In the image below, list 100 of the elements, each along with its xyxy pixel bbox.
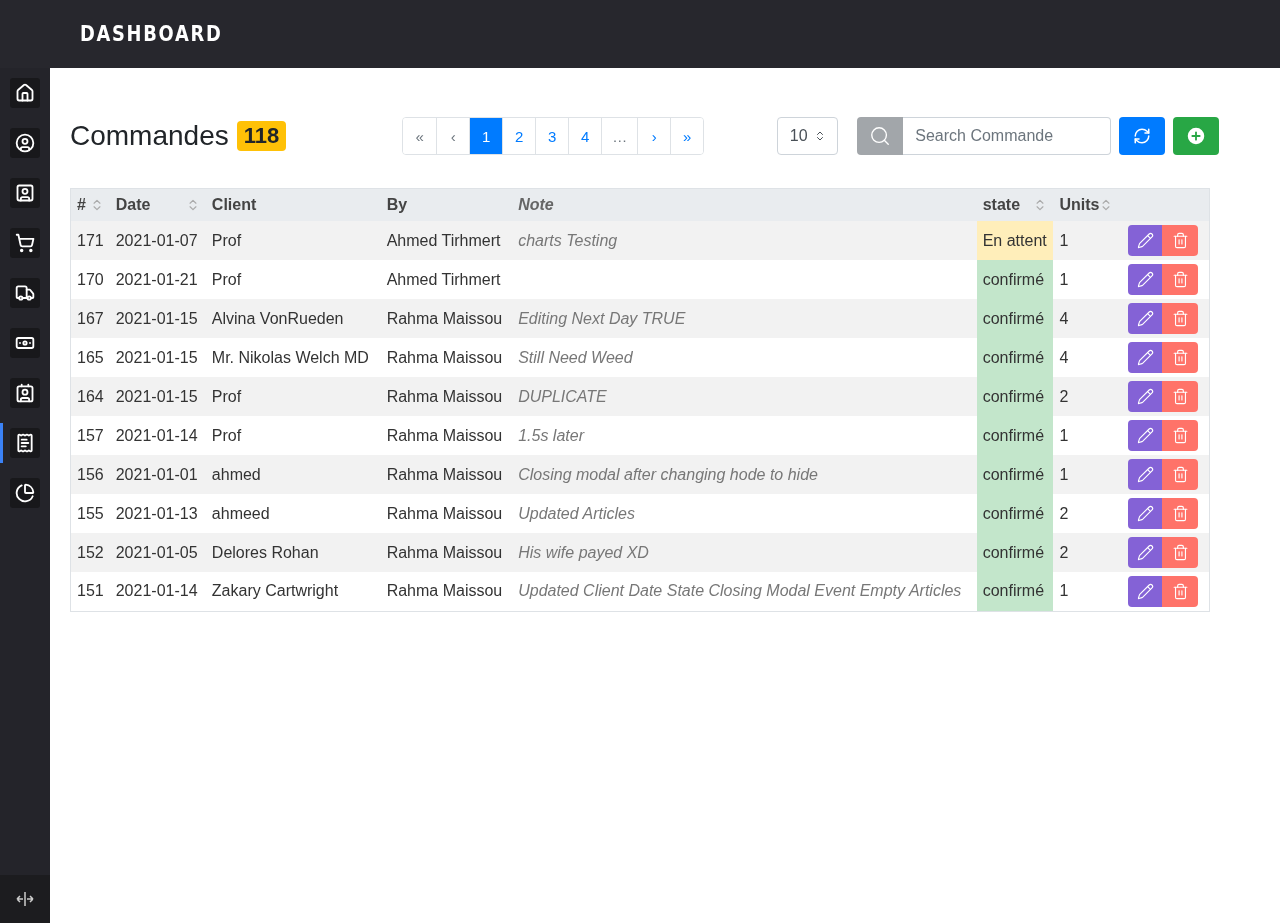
table-cell: 2021-01-01 — [115, 465, 198, 483]
table-cell: 4 — [1059, 348, 1069, 366]
column-label: state — [982, 196, 1021, 214]
trash-icon — [1171, 349, 1189, 366]
state-cell: confirmé — [976, 572, 1054, 611]
table-cell: 2021-01-14 — [115, 582, 198, 600]
delete-button[interactable] — [1162, 303, 1198, 334]
page-button[interactable]: » — [670, 118, 704, 154]
add-button[interactable] — [1173, 117, 1220, 155]
state-cell: confirmé — [976, 338, 1054, 377]
table-cell: Rahma Maissou — [386, 348, 503, 366]
pencil-icon — [1136, 232, 1154, 249]
home-icon — [15, 83, 35, 103]
table-cell: 4 — [1059, 309, 1069, 327]
column-header[interactable]: Date — [109, 188, 206, 221]
edit-button[interactable] — [1128, 225, 1162, 256]
table-cell: Updated Articles — [518, 504, 635, 522]
page-size-select[interactable]: 10 — [777, 117, 839, 155]
table-cell: 157 — [77, 426, 104, 444]
trash-icon — [1171, 310, 1189, 327]
contact-list-icon — [15, 383, 35, 403]
state-cell: confirmé — [976, 455, 1054, 494]
edit-button[interactable] — [1128, 303, 1162, 334]
delete-button[interactable] — [1162, 420, 1198, 451]
trash-icon — [1171, 271, 1189, 288]
table-cell: 2021-01-14 — [115, 426, 198, 444]
search-field[interactable]: Search Commande — [903, 117, 1112, 155]
delete-button[interactable] — [1162, 459, 1198, 490]
table-cell: 170 — [77, 270, 104, 288]
table-cell: Zakary Cartwright — [211, 582, 339, 600]
edit-button[interactable] — [1128, 575, 1162, 607]
column-label: Note — [518, 196, 554, 214]
table-cell: Mr. Nikolas Welch MD — [211, 348, 369, 366]
collapse-button[interactable] — [0, 875, 50, 923]
table-cell: Updated Client Date State Closing Modal Event Empty Articles — [518, 582, 962, 600]
edit-button[interactable] — [1128, 498, 1162, 529]
table-cell: Prof — [211, 270, 242, 288]
resize-icon — [16, 892, 34, 906]
column-label: # — [77, 196, 86, 214]
table-cell: charts Testing — [518, 231, 618, 249]
page-button[interactable]: 1 — [469, 118, 503, 154]
column-header[interactable]: Units — [1053, 188, 1120, 221]
column-label: By — [386, 196, 408, 214]
delete-button[interactable] — [1162, 342, 1198, 373]
state-cell: confirmé — [976, 260, 1054, 299]
state-cell: confirmé — [976, 494, 1054, 533]
trash-icon — [1171, 232, 1189, 249]
table-cell: 152 — [77, 543, 104, 561]
user-card-icon — [15, 183, 35, 203]
table-cell: 2021-01-15 — [115, 348, 198, 366]
delete-button[interactable] — [1162, 537, 1198, 568]
state-cell: confirmé — [976, 533, 1054, 572]
table-cell: His wife payed XD — [518, 543, 649, 561]
edit-button[interactable] — [1128, 537, 1162, 568]
table-cell: ahmeed — [211, 504, 270, 522]
page-title: Commandes — [70, 120, 229, 152]
delete-button[interactable] — [1162, 575, 1198, 607]
table-cell: Still Need Weed — [518, 348, 633, 366]
edit-button[interactable] — [1128, 264, 1162, 295]
edit-button[interactable] — [1128, 342, 1162, 373]
table-cell: Rahma Maissou — [386, 387, 503, 405]
state-cell: confirmé — [976, 377, 1054, 416]
delete-button[interactable] — [1162, 225, 1198, 256]
table-cell: 2 — [1059, 387, 1069, 405]
trash-icon — [1171, 466, 1189, 483]
pencil-icon — [1136, 271, 1154, 288]
refresh-button[interactable] — [1119, 117, 1166, 155]
refresh-icon — [1133, 127, 1152, 145]
pencil-icon — [1136, 505, 1154, 522]
column-label: Client — [211, 196, 257, 214]
plus-icon — [1185, 125, 1208, 147]
table-cell: Editing Next Day TRUE — [518, 309, 686, 327]
pencil-icon — [1136, 427, 1154, 444]
table-cell: 164 — [77, 387, 104, 405]
search-icon — [857, 117, 904, 155]
table-cell: 167 — [77, 309, 104, 327]
edit-button[interactable] — [1128, 381, 1162, 412]
table-cell: Prof — [211, 426, 242, 444]
edit-button[interactable] — [1128, 459, 1162, 490]
column-label: Units — [1059, 196, 1100, 214]
table-cell: 2021-01-13 — [115, 504, 198, 522]
table-cell: Ahmed Tirhmert — [386, 231, 501, 249]
user-circle-icon — [15, 133, 35, 153]
edit-button[interactable] — [1128, 420, 1162, 451]
state-cell: confirmé — [976, 299, 1054, 338]
table-cell: 171 — [77, 231, 104, 249]
column-header[interactable]: # — [70, 188, 110, 221]
state-cell: En attent — [976, 221, 1054, 260]
column-header[interactable]: state — [976, 188, 1054, 221]
delete-button[interactable] — [1162, 498, 1198, 529]
delete-button[interactable] — [1162, 381, 1198, 412]
table-cell: Rahma Maissou — [386, 426, 503, 444]
pie-chart-icon — [15, 483, 35, 503]
table-cell: 1 — [1059, 582, 1069, 600]
trash-icon — [1171, 427, 1189, 444]
delete-button[interactable] — [1162, 264, 1198, 295]
pencil-icon — [1136, 544, 1154, 561]
app-title: DASHBOARD — [80, 22, 223, 46]
pencil-icon — [1136, 466, 1154, 483]
table-cell: Alvina VonRueden — [211, 309, 344, 327]
